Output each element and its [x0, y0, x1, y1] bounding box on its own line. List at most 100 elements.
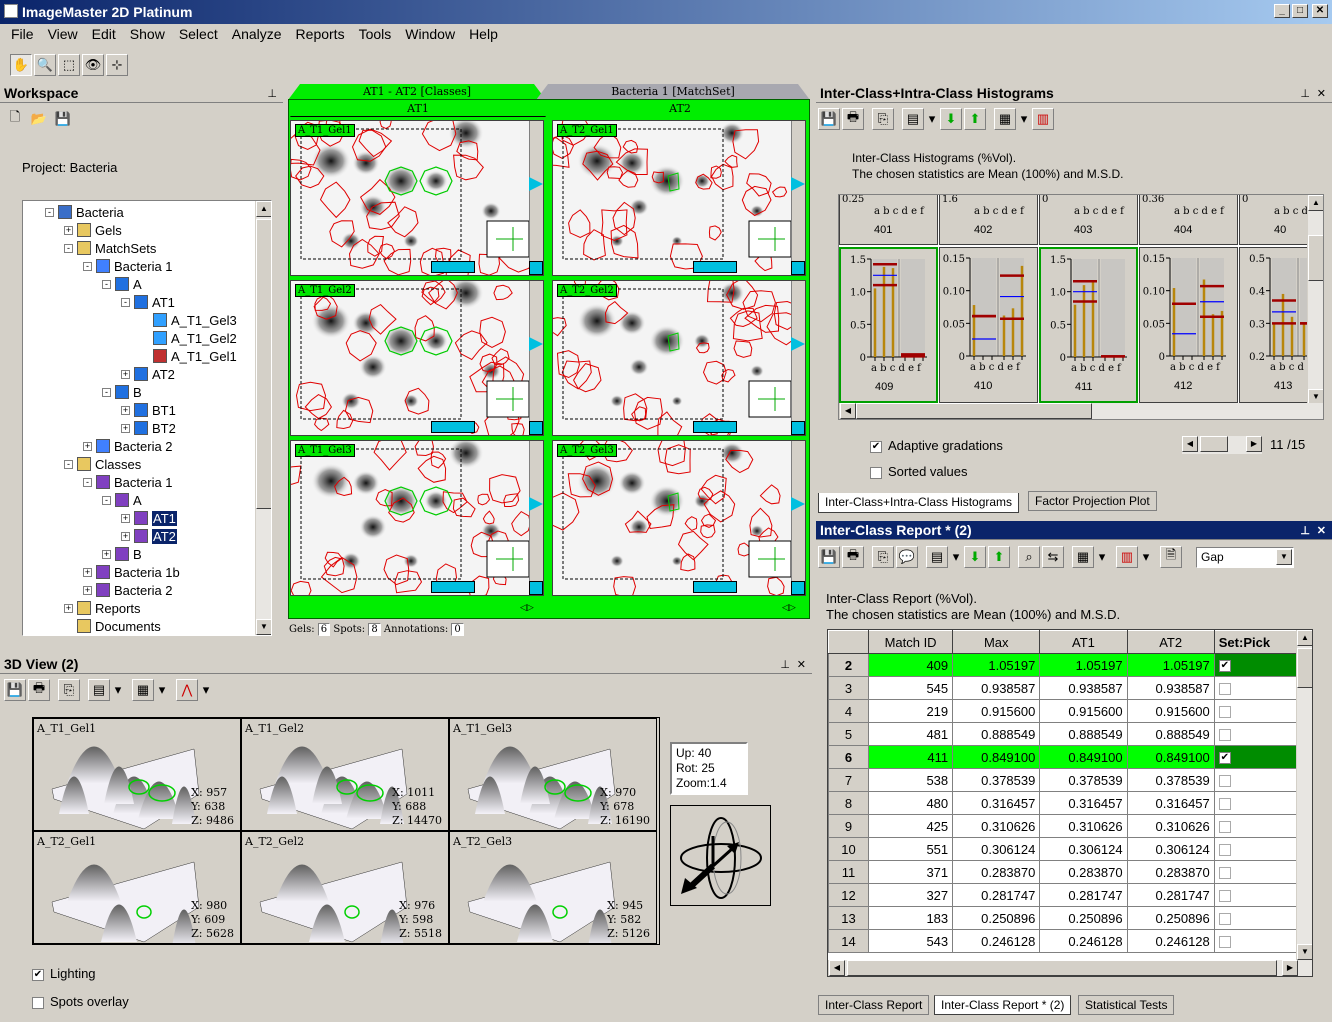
save-icon[interactable]: 💾 [818, 108, 840, 130]
close-button[interactable]: ✕ [1312, 4, 1328, 18]
table-row[interactable]: 14 543 0.246128 0.246128 0.246128 [828, 929, 1299, 953]
save-icon[interactable]: 💾 [4, 679, 26, 701]
gel-hscroll-thumb[interactable] [693, 421, 737, 433]
page-slider[interactable]: ◀ ▶ [1182, 436, 1262, 454]
hand-icon[interactable]: ✋ [10, 54, 32, 76]
zoom-corner-button[interactable] [529, 421, 543, 435]
gel-hscroll-thumb[interactable] [693, 261, 737, 273]
measure-icon[interactable]: ⊹ [106, 54, 128, 76]
tab-report-1[interactable]: Inter-Class Report * (2) [934, 995, 1072, 1015]
menu-select[interactable]: Select [172, 24, 225, 44]
scroll-thumb[interactable] [256, 219, 271, 509]
menu-file[interactable]: File [4, 24, 41, 44]
expand-icon[interactable]: + [121, 405, 130, 415]
column-header[interactable] [828, 630, 869, 654]
tab-factor-projection[interactable]: Factor Projection Plot [1028, 491, 1157, 511]
hscroll-thumb[interactable] [856, 403, 1092, 419]
table-row[interactable]: 2 409 1.05197 1.05197 1.05197 ✔ [828, 653, 1299, 677]
gel-vscrollbar[interactable] [791, 441, 805, 581]
gel-vscrollbar[interactable] [791, 281, 805, 421]
tree-item[interactable]: + AT1 [121, 509, 177, 527]
pin-icon[interactable]: ⊥ [1300, 87, 1310, 100]
tree-item[interactable]: + Gels [64, 221, 122, 239]
tree-item[interactable]: -A [102, 275, 142, 293]
zoom-icon[interactable]: 🔍 [34, 54, 56, 76]
table-row[interactable]: 8 480 0.316457 0.316457 0.316457 [828, 791, 1299, 815]
report-icon[interactable]: 🗎 [1160, 546, 1182, 568]
nav-arrows-icon[interactable]: ◁▷ [520, 602, 534, 613]
profile-icon[interactable]: ⋀ [176, 679, 198, 701]
table-icon[interactable]: ▦ [1072, 546, 1094, 568]
table-icon[interactable]: ▦ [994, 108, 1016, 130]
layout-icon[interactable]: ▤ [926, 546, 948, 568]
histogram-cell[interactable]: 0 0.5 1.0 1.5 a b c d e f 409 [839, 247, 938, 403]
scroll-thumb[interactable] [1297, 648, 1312, 688]
menu-tools[interactable]: Tools [352, 24, 399, 44]
tree-item[interactable]: Documents [64, 617, 161, 635]
pick-checkbox[interactable] [1213, 883, 1299, 907]
tab-report-2[interactable]: Statistical Tests [1078, 995, 1175, 1015]
histogram-icon[interactable]: ▥ [1116, 546, 1138, 568]
tree-item[interactable]: + Bacteria 2 [83, 581, 173, 599]
print-icon[interactable]: 🖶 [842, 546, 864, 568]
surface-plot[interactable]: A_T2_Gel1 X: 980 Y: 609 Z: 5628 [33, 831, 241, 944]
lighting-checkbox[interactable]: ✔ Lighting [32, 966, 96, 981]
surface-plot[interactable]: A_T1_Gel2 X: 1011 Y: 688 Z: 14470 [241, 718, 449, 831]
collapse-icon[interactable]: - [83, 477, 92, 487]
tree-item[interactable]: A_T1_Gel3 [140, 311, 237, 329]
view3d-grid[interactable]: A_T1_Gel1 X: 957 Y: 638 Z: 9486 A_T1_Gel2 X: … [32, 717, 660, 945]
gel-hscroll-thumb[interactable] [431, 581, 475, 593]
collapse-icon[interactable]: - [102, 495, 111, 505]
histogram-cell[interactable]: 0 0.05 0.10 0.15 a b c d e f 412 [1139, 247, 1238, 403]
tree-item[interactable]: -A [102, 491, 142, 509]
dropdown-icon[interactable]: ▾ [200, 679, 212, 701]
tree-item[interactable]: - Bacteria 1 [83, 473, 173, 491]
menu-reports[interactable]: Reports [289, 24, 352, 44]
scroll-left-button[interactable]: ◀ [840, 403, 856, 419]
pick-checkbox[interactable] [1213, 699, 1299, 723]
tree-item[interactable]: A_T1_Gel1 [140, 347, 237, 365]
arrow-up-icon[interactable]: ⬆ [988, 546, 1010, 568]
layout-icon[interactable]: ▤ [902, 108, 924, 130]
comment-icon[interactable]: 💬 [896, 546, 918, 568]
tree-item[interactable]: A_T1_Gel2 [140, 329, 237, 347]
expand-icon[interactable]: + [64, 603, 73, 613]
column-header[interactable]: AT2 [1126, 630, 1215, 654]
collapse-icon[interactable]: - [64, 459, 73, 469]
table-row[interactable]: 9 425 0.310626 0.310626 0.310626 [828, 814, 1299, 838]
histogram-cell[interactable]: 0 0.05 0.10 0.15 a b c d e f 410 [939, 247, 1038, 403]
maximize-button[interactable]: □ [1292, 4, 1308, 18]
dropdown-icon[interactable]: ▾ [926, 108, 938, 130]
pick-checkbox[interactable] [1213, 837, 1299, 861]
surface-plot[interactable]: A_T1_Gel3 X: 970 Y: 678 Z: 16190 [449, 718, 657, 831]
histogram-cell[interactable]: 0.36 a b c d e f 404 [1139, 195, 1238, 245]
tree-item[interactable]: -B [102, 383, 142, 401]
dropdown-icon[interactable]: ▾ [1096, 546, 1108, 568]
table-row[interactable]: 7 538 0.378539 0.378539 0.378539 [828, 768, 1299, 792]
table-row[interactable]: 11 371 0.283870 0.283870 0.283870 [828, 860, 1299, 884]
nav-arrows-icon[interactable]: ◁▷ [782, 602, 796, 613]
save-icon[interactable]: 💾 [52, 108, 74, 130]
hscroll-thumb[interactable] [847, 960, 1277, 976]
histogram-cell[interactable]: 0 a b c d e f 403 [1039, 195, 1138, 245]
rotation-control[interactable] [670, 805, 771, 906]
print-icon[interactable]: 🖶 [842, 108, 864, 130]
scroll-down-button[interactable]: ▼ [256, 619, 271, 635]
pick-checkbox[interactable]: ✔ [1213, 653, 1299, 677]
gel-hscroll-thumb[interactable] [431, 421, 475, 433]
gel-image[interactable]: A_T2_Gel3 [552, 440, 806, 596]
tree-item[interactable]: + AT2 [121, 527, 177, 545]
dropdown-icon[interactable]: ▾ [156, 679, 168, 701]
pin-icon[interactable]: ⊥ [780, 658, 790, 671]
pick-checkbox[interactable] [1213, 676, 1299, 700]
pick-checkbox[interactable] [1213, 929, 1299, 953]
next-page-button[interactable]: ▶ [1246, 436, 1262, 452]
table-row[interactable]: 4 219 0.915600 0.915600 0.915600 [828, 699, 1299, 723]
close-icon[interactable]: ✕ [1317, 87, 1326, 100]
histogram-cell[interactable]: 1.6 a b c d e f 402 [939, 195, 1038, 245]
tab-histograms[interactable]: Inter-Class+Intra-Class Histograms [818, 493, 1020, 513]
table-icon[interactable]: ▦ [132, 679, 154, 701]
column-header[interactable]: Set:Pick [1213, 630, 1299, 654]
dropdown-icon[interactable]: ▾ [1018, 108, 1030, 130]
arrow-down-icon[interactable]: ⬇ [964, 546, 986, 568]
